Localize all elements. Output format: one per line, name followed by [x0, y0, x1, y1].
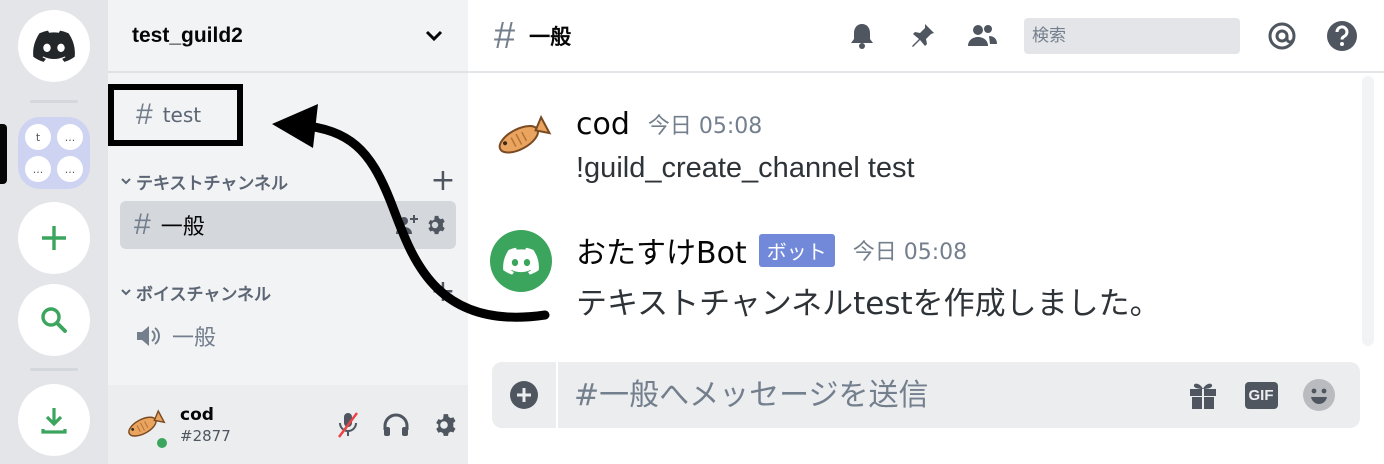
rail-separator: [30, 368, 78, 371]
discord-app: t ... ... ... test_guild2 # test テキストチャン…: [0, 0, 1384, 464]
user-settings-button[interactable]: [420, 405, 468, 445]
guild-name: test_guild2: [132, 23, 243, 47]
discord-logo-icon: [33, 30, 75, 62]
folder-server-4[interactable]: ...: [57, 156, 83, 182]
message-input[interactable]: [558, 362, 1174, 428]
message-content: !guild_create_channel test: [576, 152, 915, 184]
add-member-icon[interactable]: [394, 212, 420, 238]
search-icon: [41, 307, 67, 333]
highlighted-channel-test[interactable]: # test: [108, 84, 243, 146]
hash-icon: #: [134, 208, 151, 241]
chevron-down-icon: [121, 289, 131, 296]
message-content: テキストチャンネルtestを作成しました。: [576, 286, 1161, 322]
hash-icon: #: [494, 14, 516, 57]
user-info: cod #2877: [180, 405, 324, 445]
discord-logo-icon: [503, 247, 539, 275]
user-panel: cod #2877: [108, 385, 468, 464]
avatar[interactable]: [122, 403, 170, 451]
channel-name: 一般: [172, 326, 217, 351]
plus-icon: [42, 226, 66, 250]
emoji-icon: [1303, 379, 1335, 411]
deafen-button[interactable]: [372, 405, 420, 445]
bell-icon: [851, 24, 873, 49]
help-button[interactable]: [1324, 18, 1360, 54]
online-status: [154, 434, 170, 451]
pin-icon: [912, 24, 934, 47]
folder-server-3[interactable]: ...: [25, 156, 51, 182]
plus-circle-icon: [510, 381, 538, 409]
folder-server-1[interactable]: t: [25, 124, 51, 150]
search-bar[interactable]: [1024, 18, 1251, 54]
gear-icon[interactable]: [424, 214, 446, 236]
avatar[interactable]: [490, 230, 552, 292]
download-apps-button[interactable]: [18, 384, 90, 456]
mute-button[interactable]: [324, 405, 372, 445]
message-timestamp: 今日 05:08: [647, 114, 763, 139]
scrollbar[interactable]: [1362, 76, 1374, 346]
chevron-down-icon[interactable]: [424, 29, 444, 43]
category-text-channels[interactable]: テキストチャンネル +: [120, 166, 456, 196]
create-channel-icon[interactable]: +: [430, 166, 456, 196]
message: おたすけBot ボット 今日 05:08 テキストチャンネルtestを作成しまし…: [490, 230, 1330, 330]
message-timestamp: 今日 05:08: [852, 240, 968, 265]
notifications-button[interactable]: [844, 18, 880, 54]
channel-item-general[interactable]: # 一般: [120, 201, 456, 249]
channel-name: test: [162, 103, 202, 127]
user-tag: #2877: [180, 426, 231, 445]
message-composer: GIF: [492, 362, 1360, 428]
chat-area: # 一般 検索 cod 今日 05:08 !guild_create_chann…: [468, 0, 1384, 464]
search-input[interactable]: [1032, 26, 1251, 46]
voice-channel-general[interactable]: 一般: [120, 312, 456, 360]
gif-button[interactable]: GIF: [1232, 362, 1290, 428]
pinned-messages-button[interactable]: [904, 18, 940, 54]
member-list-button[interactable]: [964, 18, 1000, 54]
upload-button[interactable]: [492, 362, 558, 428]
selected-indicator: [0, 124, 7, 184]
speaker-icon: [137, 326, 160, 346]
category-label: ボイスチャンネル: [136, 284, 271, 305]
channel-sidebar: test_guild2 # test テキストチャンネル + # 一般 ボイスチ…: [108, 0, 468, 464]
create-channel-icon[interactable]: +: [430, 277, 456, 307]
mic-muted-icon: [338, 411, 358, 438]
message-author[interactable]: おたすけBot: [576, 228, 747, 272]
mentions-button[interactable]: [1264, 18, 1300, 54]
headphones-icon: [383, 413, 409, 436]
rail-separator: [30, 100, 78, 103]
category-label: テキストチャンネル: [136, 173, 288, 194]
bot-badge: ボット: [758, 233, 835, 267]
message-author[interactable]: cod: [576, 107, 630, 142]
gif-label: GIF: [1244, 381, 1278, 409]
avatar[interactable]: [490, 106, 552, 168]
hash-icon: #: [136, 98, 153, 131]
gift-button[interactable]: [1174, 362, 1232, 428]
fish-avatar-icon: [498, 114, 552, 154]
message: cod 今日 05:08 !guild_create_channel test: [490, 104, 1330, 204]
message-header: おたすけBot ボット 今日 05:08: [576, 228, 968, 272]
chevron-down-icon: [121, 178, 131, 185]
home-button[interactable]: [18, 10, 90, 82]
server-rail: t ... ... ...: [0, 0, 108, 464]
explore-servers-button[interactable]: [18, 284, 90, 356]
folder-server-2[interactable]: ...: [57, 124, 83, 150]
gift-icon: [1190, 383, 1216, 409]
message-header: cod 今日 05:08: [576, 104, 762, 144]
server-folder[interactable]: t ... ... ...: [18, 117, 90, 189]
gear-icon: [436, 413, 456, 436]
category-voice-channels[interactable]: ボイスチャンネル +: [120, 277, 456, 307]
help-icon: [1327, 21, 1357, 51]
channel-title: 一般: [529, 24, 572, 49]
channel-header: # 一般: [468, 0, 1384, 73]
members-icon: [968, 25, 997, 46]
emoji-button[interactable]: [1290, 362, 1348, 428]
download-icon: [41, 408, 67, 434]
username: cod: [180, 404, 214, 425]
channel-name: 一般: [160, 215, 205, 240]
add-server-button[interactable]: [18, 202, 90, 274]
guild-header[interactable]: test_guild2: [108, 0, 468, 73]
mention-icon: [1268, 22, 1296, 50]
